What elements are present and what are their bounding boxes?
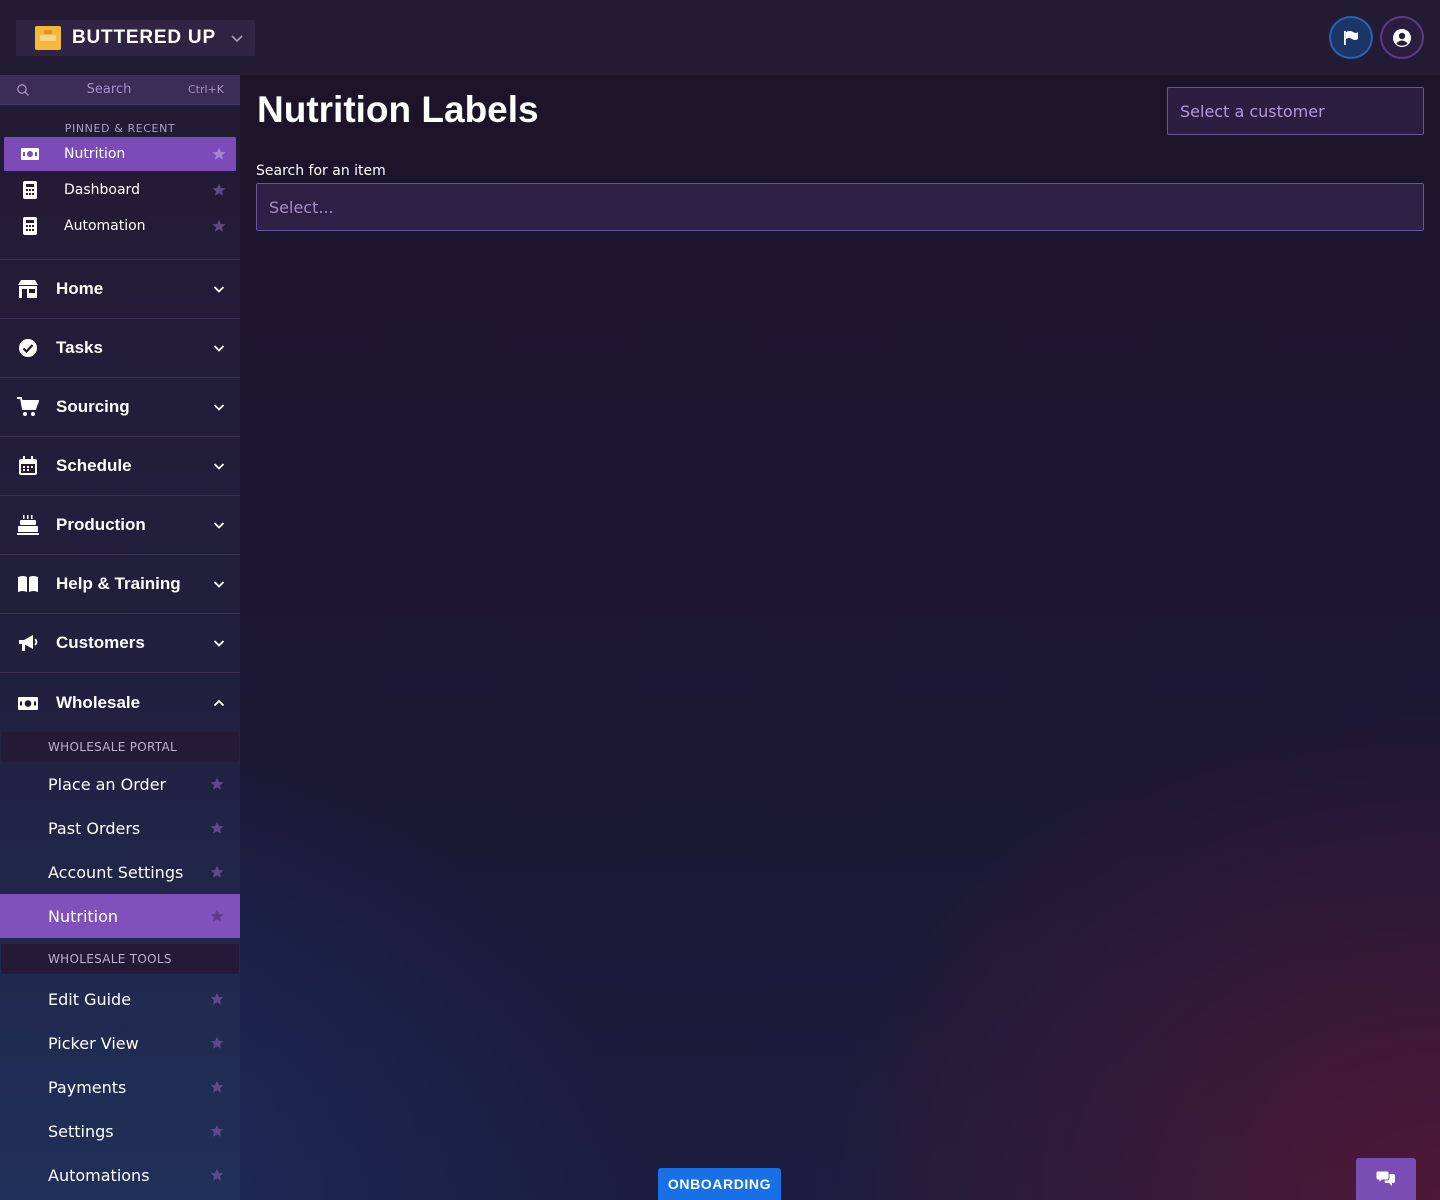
megaphone-icon [17, 632, 39, 654]
pinned-item-dashboard[interactable]: Dashboard [4, 173, 236, 207]
nav-group-schedule[interactable]: Schedule [0, 437, 240, 496]
nav-group-customers[interactable]: Customers [0, 614, 240, 673]
wholesale-portal-caption: WHOLESALE PORTAL [1, 732, 239, 762]
star-icon[interactable] [210, 1124, 224, 1138]
pinned-item-automation[interactable]: Automation [4, 209, 236, 243]
item-search-label: Search for an item [256, 163, 386, 179]
search-label: Search [86, 82, 132, 97]
user-circle-icon [1393, 28, 1411, 47]
star-icon[interactable] [212, 219, 226, 233]
nav-group-home[interactable]: Home [0, 260, 240, 319]
chevron-down-icon [212, 518, 226, 532]
nav-group-label: Wholesale [56, 692, 141, 712]
pinned-item-label: Dashboard [64, 182, 140, 198]
pinned-item-label: Automation [64, 218, 146, 234]
onboarding-button[interactable]: ONBOARDING [658, 1168, 781, 1200]
cart-icon [17, 396, 39, 418]
sub-item-place-an-order[interactable]: Place an Order [0, 762, 240, 806]
chevron-down-icon [212, 636, 226, 650]
brand-logo-icon [35, 26, 61, 50]
chat-button[interactable] [1356, 1158, 1416, 1200]
star-icon[interactable] [210, 865, 224, 879]
star-icon[interactable] [210, 992, 224, 1006]
star-icon[interactable] [210, 1036, 224, 1050]
sub-item-label: Payments [48, 1077, 127, 1097]
book-icon [17, 573, 39, 595]
item-select-placeholder: Select... [269, 197, 334, 217]
pinned-section: PINNED & RECENT Nutrition Dashboard Auto… [0, 105, 240, 260]
calculator-icon [20, 180, 40, 200]
search-icon [16, 83, 30, 97]
calculator-icon [20, 216, 40, 236]
sub-item-nutrition[interactable]: Nutrition [0, 894, 240, 938]
wholesale-tools-caption: WHOLESALE TOOLS [1, 944, 239, 974]
money-icon [17, 692, 39, 714]
chevron-down-icon [212, 400, 226, 414]
chevron-down-icon [212, 341, 226, 355]
sub-item-account-settings[interactable]: Account Settings [0, 850, 240, 894]
chevron-up-icon [212, 696, 226, 710]
item-select[interactable]: Select... [256, 183, 1424, 231]
brand-switcher[interactable]: BUTTERED UP [16, 20, 255, 56]
sub-item-label: Picker View [48, 1033, 139, 1053]
top-bar: BUTTERED UP [0, 0, 1440, 75]
sub-item-label: Place an Order [48, 774, 167, 794]
chevron-down-icon [212, 459, 226, 473]
nav-group-label: Production [56, 515, 146, 534]
chevron-down-icon [230, 31, 244, 45]
flag-button[interactable] [1329, 16, 1373, 59]
nav-group-label: Schedule [56, 456, 132, 475]
star-icon[interactable] [210, 777, 224, 791]
flag-icon [1344, 30, 1358, 45]
onboarding-label: ONBOARDING [667, 1176, 772, 1192]
search-shortcut: Ctrl+K [187, 83, 224, 96]
nav-group-tasks[interactable]: Tasks [0, 319, 240, 378]
sub-item-edit-guide[interactable]: Edit Guide [0, 977, 240, 1021]
sub-item-payments[interactable]: Payments [0, 1065, 240, 1109]
chat-bubbles-icon [1376, 1170, 1395, 1186]
nav-group-wholesale[interactable]: Wholesale [0, 673, 240, 732]
money-icon [20, 144, 40, 164]
nav-group-label: Help & Training [56, 574, 181, 593]
sub-item-label: Settings [48, 1121, 114, 1141]
nav-group-label: Sourcing [56, 397, 130, 416]
star-icon[interactable] [210, 909, 224, 923]
star-icon[interactable] [212, 183, 226, 197]
sub-item-picker-view[interactable]: Picker View [0, 1021, 240, 1065]
pinned-item-label: Nutrition [64, 146, 126, 162]
nav-group-help-training[interactable]: Help & Training [0, 555, 240, 614]
calendar-icon [17, 455, 39, 477]
sub-item-label: Nutrition [48, 906, 119, 926]
sub-item-past-orders[interactable]: Past Orders [0, 806, 240, 850]
nav-group-sourcing[interactable]: Sourcing [0, 378, 240, 437]
nav-group-label: Home [56, 279, 104, 298]
pinned-caption: PINNED & RECENT [64, 122, 176, 135]
page-title: Nutrition Labels [257, 89, 539, 130]
user-account-button[interactable] [1380, 16, 1424, 59]
star-icon[interactable] [210, 1080, 224, 1094]
sidebar-search[interactable]: Search Ctrl+K [0, 75, 240, 105]
pinned-item-nutrition[interactable]: Nutrition [4, 137, 236, 171]
store-icon [17, 278, 39, 300]
nav-group-label: Customers [56, 633, 145, 652]
star-icon[interactable] [210, 821, 224, 835]
chevron-down-icon [212, 577, 226, 591]
sub-item-label: Edit Guide [48, 989, 132, 1009]
brand-name: BUTTERED UP [72, 27, 216, 48]
sub-item-label: Automations [48, 1165, 150, 1185]
star-icon[interactable] [212, 147, 226, 161]
cake-icon [17, 514, 39, 536]
customer-select-placeholder: Select a customer [1180, 101, 1325, 121]
sub-item-label: Past Orders [48, 818, 141, 838]
sidebar: Search Ctrl+K PINNED & RECENT Nutrition … [0, 75, 240, 1200]
nav-group-label: Tasks [56, 338, 103, 357]
chevron-down-icon [212, 282, 226, 296]
sub-item-label: Account Settings [48, 862, 184, 882]
check-badge-icon [17, 337, 39, 359]
sub-item-settings[interactable]: Settings [0, 1109, 240, 1153]
nav-group-production[interactable]: Production [0, 496, 240, 555]
customer-select[interactable]: Select a customer [1167, 87, 1424, 135]
sub-item-automations[interactable]: Automations [0, 1153, 240, 1197]
star-icon[interactable] [210, 1168, 224, 1182]
